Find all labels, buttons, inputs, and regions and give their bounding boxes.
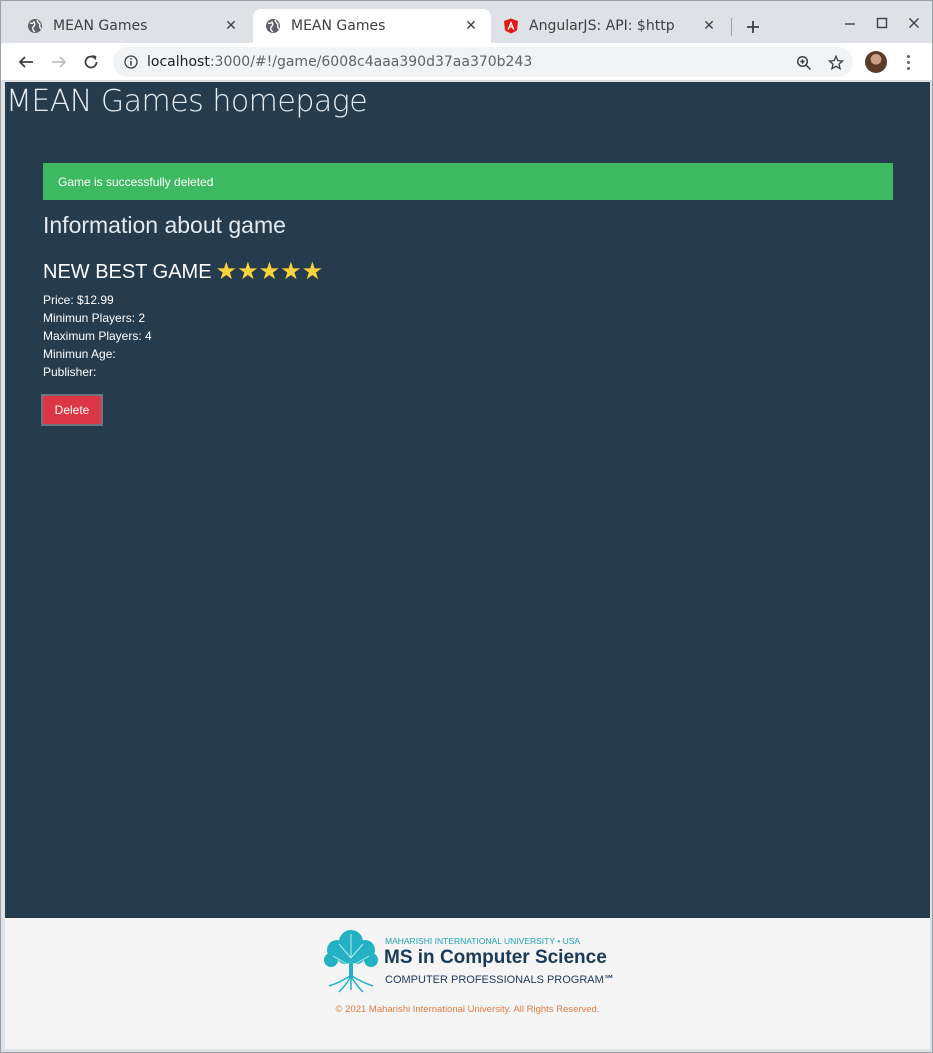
- delete-button[interactable]: Delete: [41, 394, 103, 426]
- info-icon[interactable]: [123, 54, 139, 70]
- rating-stars: ★ ★ ★ ★ ★: [216, 260, 324, 284]
- close-icon[interactable]: ✕: [701, 18, 717, 34]
- game-publisher: Publisher:: [43, 365, 97, 379]
- tab-separator: [731, 18, 732, 36]
- logo-program-name: MS in Computer Science: [384, 947, 607, 968]
- copyright-text: © 2021 Maharishi International Universit…: [335, 1004, 600, 1015]
- angular-icon: [503, 18, 519, 34]
- tab-strip: MEAN Games ✕ MEAN Games ✕ AngularJS: API…: [1, 1, 932, 43]
- back-button[interactable]: [14, 50, 38, 74]
- success-alert: Game is successfully deleted: [43, 163, 893, 200]
- url-text: localhost:3000/#!/game/6008c4aaa390d37aa…: [147, 54, 532, 70]
- logo-university-name: MAHARISHI INTERNATIONAL UNIVERSITY • USA: [385, 936, 581, 946]
- address-bar[interactable]: localhost:3000/#!/game/6008c4aaa390d37aa…: [113, 47, 853, 77]
- tab-angularjs-http[interactable]: AngularJS: API: $http ✕: [493, 9, 729, 43]
- arrow-right-icon: [52, 56, 67, 68]
- bookmark-button[interactable]: [827, 54, 845, 72]
- tab-title: AngularJS: API: $http: [529, 18, 675, 34]
- maximize-button[interactable]: [870, 13, 894, 33]
- star-icon: ★: [215, 258, 238, 285]
- game-min-players: Minimun Players: 2: [43, 311, 146, 325]
- minimize-icon: [845, 23, 855, 25]
- page-title: MEAN Games homepage: [6, 84, 368, 119]
- star-icon: ★: [258, 258, 281, 285]
- tree-logo-icon: [324, 930, 378, 993]
- reload-icon: [84, 55, 98, 69]
- star-icon: ★: [237, 258, 259, 285]
- game-price: Price: $12.99: [43, 293, 114, 307]
- more-menu-button[interactable]: [899, 52, 917, 72]
- zoom-icon: [796, 55, 812, 71]
- forward-button[interactable]: [47, 50, 71, 74]
- dot: [906, 66, 910, 70]
- plus-icon: [747, 21, 759, 33]
- tab-mean-games-1[interactable]: MEAN Games ✕: [5, 9, 251, 43]
- dot: [906, 54, 910, 58]
- tab-mean-games-2[interactable]: MEAN Games ✕: [253, 9, 491, 43]
- star-icon: ★: [280, 258, 302, 285]
- close-icon[interactable]: ✕: [223, 18, 239, 34]
- game-max-players: Maximum Players: 4: [43, 329, 152, 343]
- url-path: :3000/#!/game/6008c4aaa390d37aa370b243: [209, 54, 533, 70]
- close-window-button[interactable]: [902, 13, 926, 33]
- browser-window: MEAN Games ✕ MEAN Games ✕ AngularJS: API…: [0, 0, 933, 1053]
- section-title: Information about game: [43, 212, 286, 238]
- footer: MAHARISHI INTERNATIONAL UNIVERSITY • USA…: [5, 918, 930, 1049]
- reload-button[interactable]: [79, 50, 103, 74]
- maximize-icon: [876, 17, 888, 29]
- zoom-button[interactable]: [795, 54, 813, 72]
- new-tab-button[interactable]: [741, 15, 765, 39]
- tab-title: MEAN Games: [53, 18, 148, 34]
- url-host: localhost: [147, 54, 210, 70]
- globe-icon: [27, 18, 43, 34]
- profile-avatar[interactable]: [865, 51, 887, 73]
- tab-title: MEAN Games: [291, 18, 386, 34]
- university-logo: MAHARISHI INTERNATIONAL UNIVERSITY • USA…: [319, 928, 619, 994]
- game-name: NEW BEST GAME: [43, 260, 212, 283]
- game-title: NEW BEST GAME ★ ★ ★ ★ ★: [43, 260, 323, 284]
- browser-toolbar: localhost:3000/#!/game/6008c4aaa390d37aa…: [1, 43, 932, 81]
- page-content: MEAN Games homepage Game is successfully…: [5, 82, 930, 918]
- globe-icon: [265, 18, 281, 34]
- minimize-button[interactable]: [838, 13, 862, 33]
- star-outline-icon: [828, 55, 844, 71]
- close-icon: [909, 18, 919, 28]
- close-icon[interactable]: ✕: [463, 18, 479, 34]
- game-min-age: Minimun Age:: [43, 347, 116, 361]
- arrow-left-icon: [18, 56, 33, 68]
- dot: [906, 60, 910, 64]
- star-icon: ★: [301, 258, 324, 285]
- logo-program-subtitle: COMPUTER PROFESSIONALS PROGRAM℠: [385, 974, 616, 986]
